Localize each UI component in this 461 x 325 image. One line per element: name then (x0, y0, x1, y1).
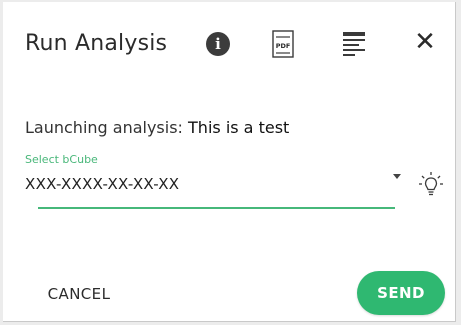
close-glyph: ✕ (414, 27, 436, 57)
list-icon-graphic (343, 32, 365, 56)
dialog-header: Run Analysis i PDF ✕ (3, 2, 455, 82)
field-underline (38, 207, 395, 209)
send-button[interactable]: SEND (357, 271, 445, 315)
run-analysis-dialog: Run Analysis i PDF ✕ Launching analysis:… (3, 2, 456, 322)
cancel-button[interactable]: CANCEL (23, 272, 135, 316)
info-glyph: i (215, 35, 221, 53)
bcube-select-value: XXX-XXXX-XX-XX-XX (25, 175, 180, 193)
lightbulb-icon-graphic (419, 172, 443, 196)
pdf-icon-graphic: PDF (272, 30, 294, 58)
bcube-field-label: Select bCube (25, 153, 98, 166)
launch-message: Launching analysis: This is a test (25, 118, 289, 137)
pdf-icon[interactable]: PDF (271, 29, 295, 59)
lightbulb-icon[interactable] (418, 170, 444, 200)
pdf-icon-text: PDF (276, 42, 291, 50)
chevron-down-icon[interactable] (393, 174, 401, 179)
close-icon[interactable]: ✕ (413, 27, 437, 57)
bcube-select[interactable]: XXX-XXXX-XX-XX-XX (25, 168, 403, 212)
list-icon[interactable] (341, 28, 367, 58)
info-icon[interactable]: i (206, 32, 230, 56)
analysis-name: This is a test (188, 118, 290, 137)
launch-prefix: Launching analysis: (25, 118, 189, 137)
dialog-title: Run Analysis (25, 31, 168, 56)
